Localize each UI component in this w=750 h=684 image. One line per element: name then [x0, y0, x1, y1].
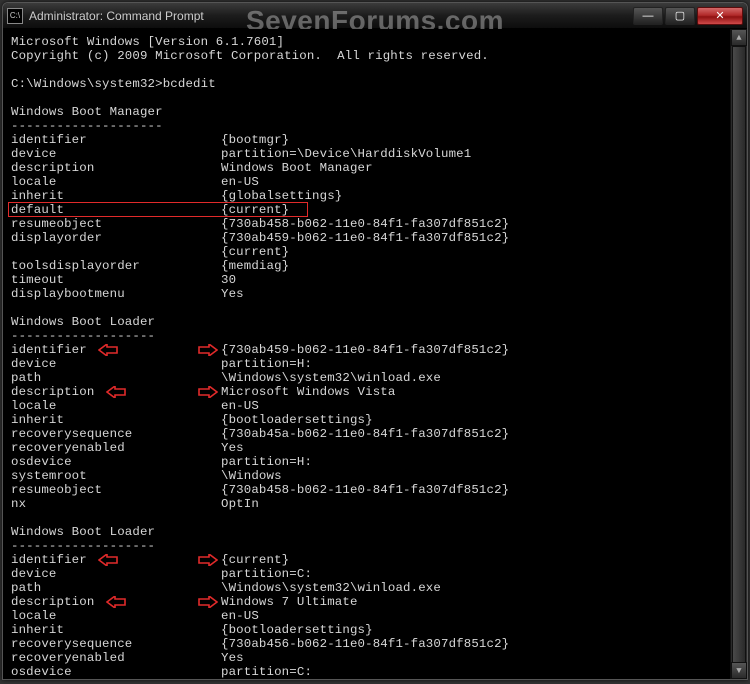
terminal-line: inherit{bootloadersettings} [11, 623, 739, 637]
terminal-line: displaybootmenuYes [11, 287, 739, 301]
terminal-line: localeen-US [11, 399, 739, 413]
terminal-line: identifier{bootmgr} [11, 133, 739, 147]
terminal-line: nxOptIn [11, 497, 739, 511]
close-button[interactable]: ✕ [697, 7, 743, 25]
terminal-line: default{current} [11, 203, 739, 217]
scroll-down-button[interactable]: ▼ [731, 662, 747, 679]
terminal-line: Windows Boot Manager [11, 105, 739, 119]
terminal-line: Windows Boot Loader [11, 525, 739, 539]
terminal-output[interactable]: Microsoft Windows [Version 6.1.7601]Copy… [3, 29, 747, 679]
terminal-line: osdevicepartition=C: [11, 665, 739, 679]
terminal-line [11, 301, 739, 315]
terminal-line: recoveryenabledYes [11, 651, 739, 665]
scroll-up-button[interactable]: ▲ [731, 29, 747, 46]
maximize-button[interactable]: ▢ [665, 7, 695, 25]
terminal-line [11, 91, 739, 105]
command-prompt-window: C:\ Administrator: Command Prompt — ▢ ✕ … [2, 2, 748, 680]
terminal-line: localeen-US [11, 609, 739, 623]
terminal-line [11, 511, 739, 525]
terminal-line: descriptionMicrosoft Windows Vista [11, 385, 739, 399]
terminal-line: -------------------- [11, 119, 739, 133]
terminal-line: systemroot\Windows [11, 469, 739, 483]
titlebar[interactable]: C:\ Administrator: Command Prompt — ▢ ✕ [3, 3, 747, 29]
terminal-line: identifier{730ab459-b062-11e0-84f1-fa307… [11, 343, 739, 357]
terminal-line: devicepartition=C: [11, 567, 739, 581]
terminal-line: descriptionWindows 7 Ultimate [11, 595, 739, 609]
terminal-line: timeout30 [11, 273, 739, 287]
terminal-line: path\Windows\system32\winload.exe [11, 581, 739, 595]
terminal-line: recoverysequence{730ab45a-b062-11e0-84f1… [11, 427, 739, 441]
terminal-line: identifier{current} [11, 553, 739, 567]
terminal-line: {current} [11, 245, 739, 259]
terminal-line: resumeobject{730ab458-b062-11e0-84f1-fa3… [11, 483, 739, 497]
terminal-line: inherit{globalsettings} [11, 189, 739, 203]
minimize-button[interactable]: — [633, 7, 663, 25]
terminal-line: inherit{bootloadersettings} [11, 413, 739, 427]
terminal-line: Copyright (c) 2009 Microsoft Corporation… [11, 49, 739, 63]
terminal-line: C:\Windows\system32>bcdedit [11, 77, 739, 91]
cmd-icon: C:\ [7, 8, 23, 24]
terminal-line: devicepartition=H: [11, 357, 739, 371]
window-title: Administrator: Command Prompt [29, 9, 631, 23]
scrollbar[interactable]: ▲ ▼ [730, 29, 747, 679]
terminal-line: ------------------- [11, 329, 739, 343]
terminal-line: displayorder{730ab459-b062-11e0-84f1-fa3… [11, 231, 739, 245]
terminal-line: osdevicepartition=H: [11, 455, 739, 469]
terminal-line: ------------------- [11, 539, 739, 553]
terminal-line [11, 63, 739, 77]
terminal-line: recoveryenabledYes [11, 441, 739, 455]
terminal-line: resumeobject{730ab458-b062-11e0-84f1-fa3… [11, 217, 739, 231]
terminal-line: Windows Boot Loader [11, 315, 739, 329]
scroll-thumb[interactable] [732, 46, 746, 666]
terminal-line: devicepartition=\Device\HarddiskVolume1 [11, 147, 739, 161]
terminal-line: Microsoft Windows [Version 6.1.7601] [11, 35, 739, 49]
terminal-line: path\Windows\system32\winload.exe [11, 371, 739, 385]
terminal-line: descriptionWindows Boot Manager [11, 161, 739, 175]
terminal-line: localeen-US [11, 175, 739, 189]
terminal-line: recoverysequence{730ab456-b062-11e0-84f1… [11, 637, 739, 651]
terminal-line: toolsdisplayorder{memdiag} [11, 259, 739, 273]
